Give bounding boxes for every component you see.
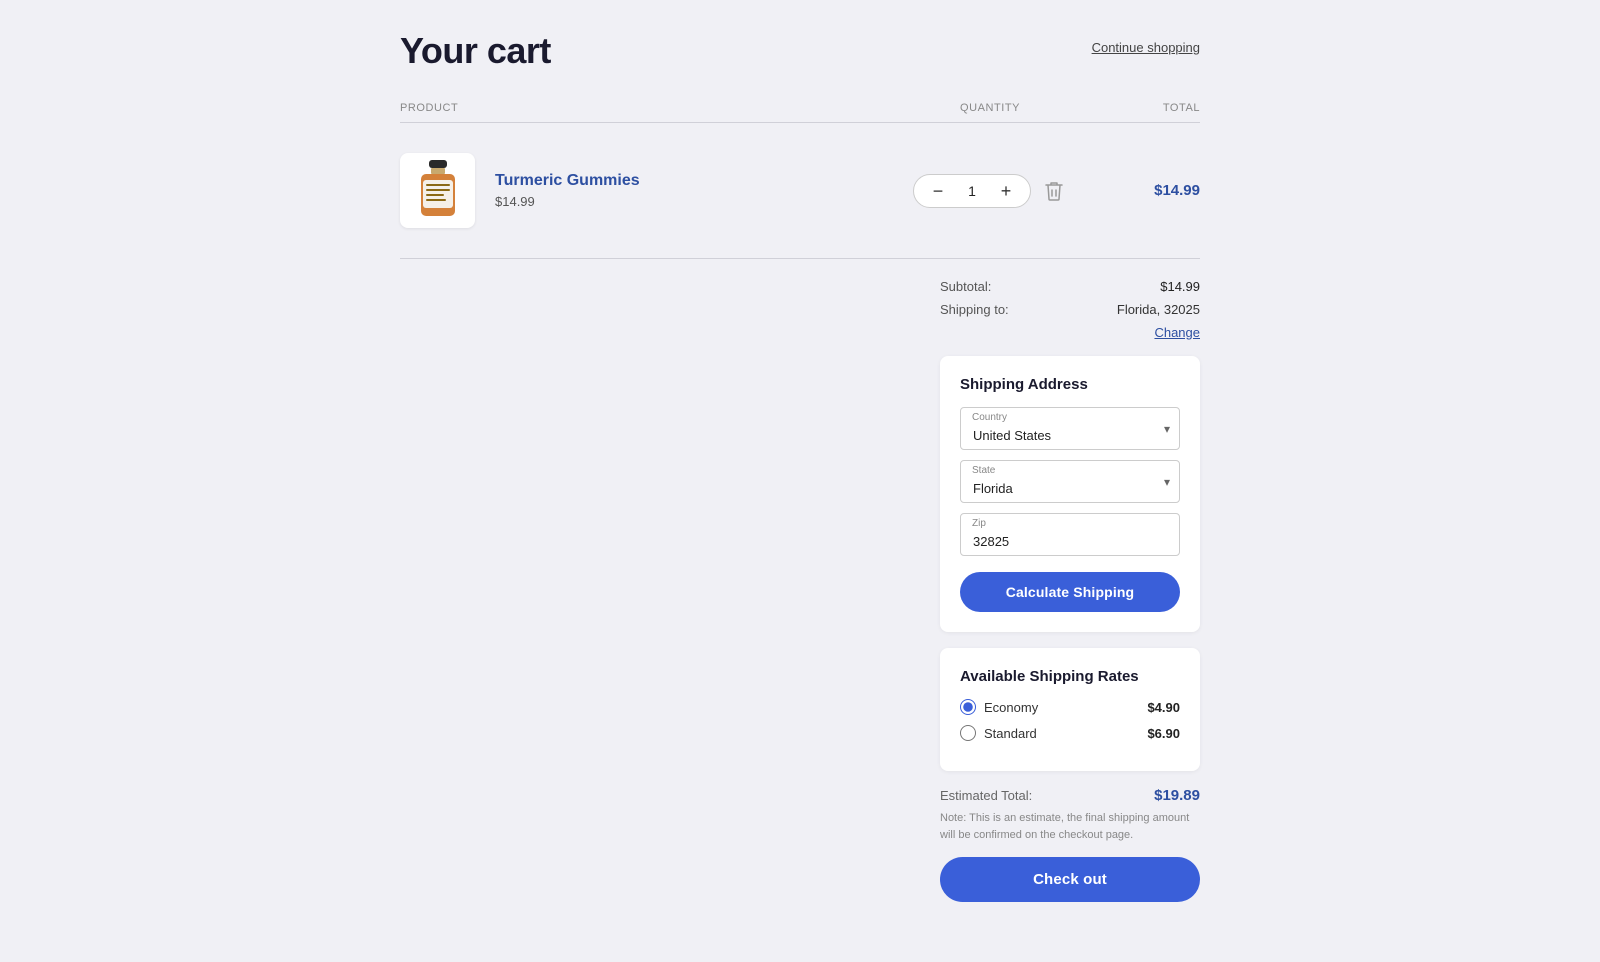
quantity-decrease-button[interactable]: − — [928, 181, 948, 201]
col-product-label: PRODUCT — [400, 102, 900, 114]
shipping-rates-box: Available Shipping Rates Economy $4.90 S… — [940, 648, 1200, 771]
shipping-rates-title: Available Shipping Rates — [960, 668, 1180, 685]
bottom-section: Subtotal: $14.99 Shipping to: Florida, 3… — [400, 279, 1200, 902]
estimated-label: Estimated Total: — [940, 788, 1032, 803]
table-row: Turmeric Gummies $14.99 − 1 + — [400, 133, 1200, 248]
subtotal-row: Subtotal: $14.99 — [940, 279, 1200, 294]
rate-economy: Economy $4.90 — [960, 699, 1180, 715]
rate-economy-label: Economy — [984, 700, 1038, 715]
state-select[interactable]: Florida California New York Texas — [960, 460, 1180, 503]
order-summary: Subtotal: $14.99 Shipping to: Florida, 3… — [940, 279, 1200, 340]
cart-divider — [400, 258, 1200, 259]
product-name[interactable]: Turmeric Gummies — [495, 172, 640, 190]
zip-field: Zip — [960, 513, 1180, 556]
shipping-address-title: Shipping Address — [960, 376, 1180, 393]
estimated-value: $19.89 — [1154, 787, 1200, 804]
page-title: Your cart — [400, 30, 551, 72]
rate-economy-radio[interactable] — [960, 699, 976, 715]
col-total-label: TOTAL — [1080, 102, 1200, 114]
checkout-button[interactable]: Check out — [940, 857, 1200, 902]
rate-standard-label: Standard — [984, 726, 1037, 741]
estimated-total-row: Estimated Total: $19.89 — [940, 787, 1200, 804]
product-unit-price: $14.99 — [495, 194, 640, 209]
country-field: Country United States Canada United King… — [960, 407, 1180, 450]
rate-standard: Standard $6.90 — [960, 725, 1180, 741]
subtotal-value: $14.99 — [1160, 279, 1200, 294]
rate-standard-radio[interactable] — [960, 725, 976, 741]
country-select[interactable]: United States Canada United Kingdom — [960, 407, 1180, 450]
trash-icon — [1045, 181, 1063, 201]
calculate-shipping-button[interactable]: Calculate Shipping — [960, 572, 1180, 612]
product-image-svg — [413, 160, 463, 222]
product-image — [400, 153, 475, 228]
quantity-control: − 1 + — [900, 174, 1080, 208]
shipping-label: Shipping to: — [940, 302, 1009, 317]
rate-standard-price: $6.90 — [1147, 726, 1180, 741]
col-quantity-label: QUANTITY — [900, 102, 1080, 114]
quantity-increase-button[interactable]: + — [996, 181, 1016, 201]
zip-input[interactable] — [960, 513, 1180, 556]
shipping-location: Florida, 32025 — [1117, 302, 1200, 317]
delete-item-button[interactable] — [1041, 177, 1067, 205]
right-panel: Subtotal: $14.99 Shipping to: Florida, 3… — [940, 279, 1200, 902]
quantity-value: 1 — [962, 183, 982, 199]
subtotal-label: Subtotal: — [940, 279, 991, 294]
shipping-note: Note: This is an estimate, the final shi… — [940, 810, 1200, 843]
product-total-price: $14.99 — [1080, 182, 1200, 199]
continue-shopping-link[interactable]: Continue shopping — [1092, 40, 1200, 55]
state-field: State Florida California New York Texas … — [960, 460, 1180, 503]
shipping-row: Shipping to: Florida, 32025 — [940, 302, 1200, 317]
rate-economy-price: $4.90 — [1147, 700, 1180, 715]
change-shipping-link[interactable]: Change — [940, 325, 1200, 340]
product-text: Turmeric Gummies $14.99 — [495, 172, 640, 209]
quantity-stepper: − 1 + — [913, 174, 1031, 208]
table-header: PRODUCT QUANTITY TOTAL — [400, 102, 1200, 123]
product-info: Turmeric Gummies $14.99 — [400, 153, 900, 228]
shipping-address-box: Shipping Address Country United States C… — [940, 356, 1200, 632]
